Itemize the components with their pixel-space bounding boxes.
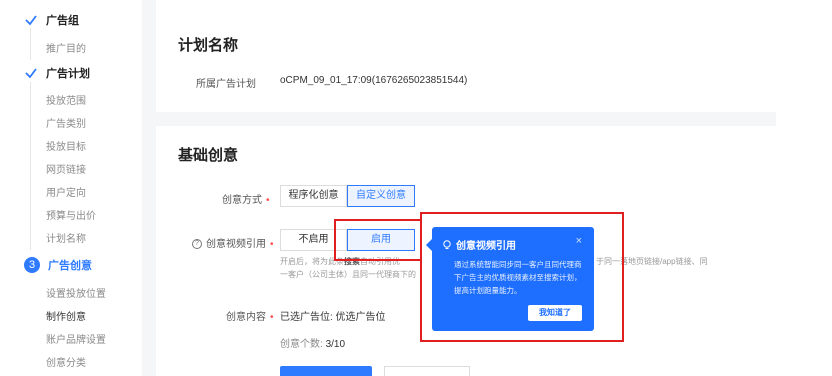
plan-name-card — [156, 0, 776, 112]
programmatic-creative-button[interactable]: 程序化创意 — [280, 185, 347, 207]
step-label: 广告计划 — [46, 68, 90, 80]
close-icon[interactable]: × — [576, 235, 582, 247]
sidebar-item-make-creative[interactable]: 制作创意 — [46, 308, 86, 323]
step-number: 3 — [24, 257, 40, 273]
sidebar-item-delivery-scope[interactable]: 投放范围 — [46, 92, 86, 107]
popover-title-text: 创意视频引用 — [456, 241, 516, 252]
step-ad-group[interactable]: 广告组 — [24, 12, 79, 28]
creative-section-title: 基础创意 — [178, 147, 239, 164]
video-ref-hint-line2: 一客户（公司主体）且同一代理商下的 — [280, 270, 416, 279]
required-mark: • — [266, 195, 270, 206]
sidebar: 广告组 推广目的 广告计划 投放范围 广告类别 投放目标 网页链接 用户定向 预… — [0, 0, 142, 376]
creative-mode-label-text: 创意方式 — [222, 195, 262, 206]
check-icon — [25, 68, 37, 79]
popover-body: 通过系统智能同步同一客户且同代理商下广告主的优质视频素材至搜索计划，提高计划跑量… — [454, 260, 582, 295]
video-ref-label: ? 创意视频引用 • — [192, 235, 274, 250]
highlight-enable-box — [334, 219, 422, 261]
step-rail — [30, 28, 31, 60]
check-icon — [25, 15, 37, 26]
sidebar-item-creative-category[interactable]: 创意分类 — [46, 354, 86, 369]
creative-content-label-text: 创意内容 — [226, 312, 266, 323]
sidebar-item-delivery-target[interactable]: 投放目标 — [46, 138, 86, 153]
content-gutter — [142, 0, 156, 376]
got-it-button[interactable]: 我知道了 — [528, 305, 582, 321]
sidebar-item-web-link[interactable]: 网页链接 — [46, 161, 86, 176]
video-ref-label-text: 创意视频引用 — [206, 239, 266, 250]
creative-content-label: 创意内容 • — [226, 308, 274, 323]
plan-field-label: 所属广告计划 — [196, 79, 256, 90]
add-creative-button[interactable] — [280, 366, 372, 376]
question-icon[interactable]: ? — [192, 239, 202, 250]
creative-content-value: 已选广告位: 优选广告位 — [280, 312, 386, 323]
right-margin — [776, 0, 832, 376]
plan-section-title: 计划名称 — [178, 37, 239, 54]
step-label: 广告组 — [46, 15, 79, 27]
popover-title: 创意视频引用 — [442, 237, 516, 252]
step-ad-plan[interactable]: 广告计划 — [24, 65, 90, 81]
custom-creative-button[interactable]: 自定义创意 — [347, 185, 415, 207]
popover-arrow — [426, 239, 432, 251]
step-ad-creative[interactable]: 3 广告创意 — [24, 257, 92, 273]
sidebar-item-brand-settings[interactable]: 账户品牌设置 — [46, 331, 106, 346]
sidebar-item-user-targeting[interactable]: 用户定向 — [46, 184, 86, 199]
sidebar-item-plan-name[interactable]: 计划名称 — [46, 230, 86, 245]
creative-mode-label: 创意方式 • — [222, 191, 270, 206]
required-mark: • — [270, 312, 274, 323]
plan-field-value: oCPM_09_01_17:09(1676265023851544) — [280, 75, 468, 86]
lightbulb-icon — [443, 239, 451, 249]
step-label: 广告创意 — [48, 260, 92, 272]
sidebar-item-ad-category[interactable]: 广告类别 — [46, 115, 86, 130]
creative-count-label: 创意个数: — [280, 339, 326, 350]
creative-count-value: 3/10 — [325, 339, 346, 350]
sidebar-item-placement[interactable]: 设置投放位置 — [46, 285, 106, 300]
required-mark: • — [270, 239, 274, 250]
secondary-action-button[interactable] — [384, 366, 470, 376]
section-divider — [156, 112, 776, 126]
step-rail — [30, 82, 31, 250]
creative-count: 创意个数: 3/10 — [280, 335, 345, 350]
sidebar-item-budget-bid[interactable]: 预算与出价 — [46, 207, 96, 222]
video-ref-popover: 创意视频引用 × 通过系统智能同步同一客户且同代理商下广告主的优质视频素材至搜索… — [426, 227, 594, 331]
sidebar-item-promotion-purpose[interactable]: 推广目的 — [46, 40, 86, 55]
